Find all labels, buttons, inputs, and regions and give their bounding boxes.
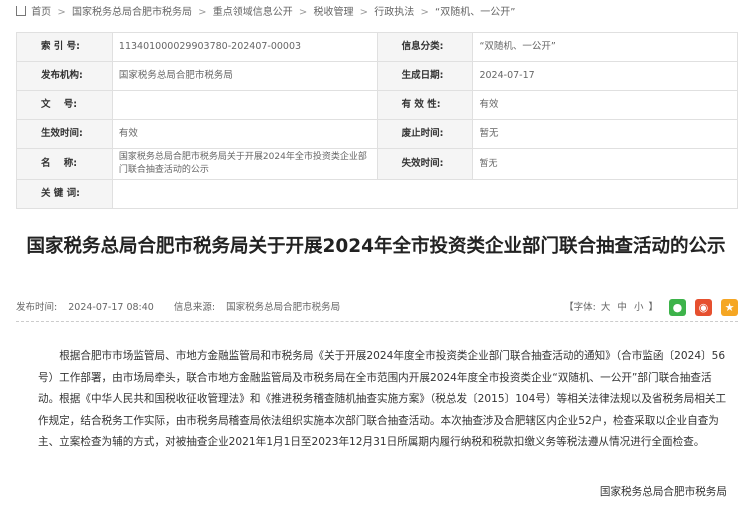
star-icon[interactable]: ★ (721, 299, 738, 316)
validity-value: 有效 (472, 90, 738, 120)
category-label: 信息分类: (376, 32, 474, 62)
font-size-large[interactable]: 大 (601, 302, 611, 313)
publisher-value: 国家税务总局合肥市税务局 (111, 61, 378, 91)
meta-row: 发布机构: 国家税务总局合肥市税务局 生成日期: 2024-07-17 (16, 61, 738, 91)
breadcrumb-tax-admin[interactable]: 税收管理 (313, 7, 353, 18)
breadcrumb-separator: > (420, 7, 429, 18)
metadata-table: 索 引 号: 113401000029903780-202407-00003 信… (16, 32, 739, 209)
meta-row: 生效时间: 有效 废止时间: 暂无 (16, 119, 738, 149)
article-body: 根据合肥市市场监管局、市地方金融监管局和市税务局《关于开展2024年度全市投资类… (38, 346, 728, 454)
breadcrumb-key-areas[interactable]: 重点领域信息公开 (213, 7, 293, 18)
keywords-label: 关 键 词: (16, 179, 113, 209)
expiry-time-value: 暂无 (472, 148, 738, 180)
keywords-value (111, 179, 739, 209)
font-size-control: 【字体: 大 中 小 】 (564, 297, 658, 319)
divider (16, 321, 738, 322)
article-paragraph: 根据合肥市市场监管局、市地方金融监管局和市税务局《关于开展2024年度全市投资类… (38, 350, 727, 449)
doc-number-label: 文 号: (16, 90, 113, 120)
publish-time-label: 发布时间: (16, 302, 58, 313)
index-number-label: 索 引 号: (16, 32, 113, 62)
repeal-time-value: 暂无 (472, 119, 738, 149)
breadcrumb-separator: > (198, 7, 207, 18)
expiry-time-label: 失效时间: (376, 148, 474, 180)
effective-time-label: 生效时间: (16, 119, 113, 149)
name-value: 国家税务总局合肥市税务局关于开展2024年全市投资类企业部门联合抽查活动的公示 (111, 148, 378, 180)
meta-row: 关 键 词: (16, 179, 739, 209)
breadcrumb-separator: > (298, 7, 308, 18)
meta-row: 名 称: 国家税务总局合肥市税务局关于开展2024年全市投资类企业部门联合抽查活… (16, 148, 738, 180)
share-buttons: ● ◉ ★ (663, 297, 738, 319)
font-size-label: 【字体: (564, 302, 596, 313)
meta-row: 索 引 号: 113401000029903780-202407-00003 信… (16, 32, 738, 62)
breadcrumb-current[interactable]: “双随机、一公开” (435, 7, 515, 18)
publish-time-value: 2024-07-17 08:40 (68, 302, 154, 313)
breadcrumb: 首页 > 国家税务总局合肥市税务局 > 重点领域信息公开 > 税收管理 > 行政… (16, 4, 736, 22)
name-label: 名 称: (16, 148, 113, 180)
repeal-time-label: 废止时间: (376, 119, 474, 149)
meta-row: 文 号: 有 效 性: 有效 (16, 90, 738, 120)
breadcrumb-separator: > (359, 7, 369, 18)
index-number-value: 113401000029903780-202407-00003 (111, 32, 378, 62)
font-size-close: 】 (648, 302, 658, 313)
breadcrumb-home[interactable]: 首页 (31, 7, 51, 18)
breadcrumb-bureau[interactable]: 国家税务总局合肥市税务局 (72, 7, 192, 18)
font-size-small[interactable]: 小 (634, 302, 644, 313)
validity-label: 有 效 性: (376, 90, 474, 120)
font-size-medium[interactable]: 中 (617, 302, 627, 313)
source-label: 信息来源: (173, 302, 216, 313)
breadcrumb-separator: > (57, 7, 66, 18)
category-value: “双随机、一公开” (472, 32, 738, 62)
effective-time-value: 有效 (111, 119, 378, 149)
home-icon (16, 6, 26, 16)
weibo-icon[interactable]: ◉ (694, 299, 712, 316)
article-title: 国家税务总局合肥市税务局关于开展2024年全市投资类企业部门联合抽查活动的公示 (26, 236, 726, 257)
source-value: 国家税务总局合肥市税务局 (226, 302, 341, 313)
breadcrumb-enforcement[interactable]: 行政执法 (374, 7, 414, 18)
wechat-icon[interactable]: ● (668, 299, 686, 316)
article-signature: 国家税务总局合肥市税务局 (599, 486, 727, 498)
created-date-label: 生成日期: (376, 61, 474, 91)
created-date-value: 2024-07-17 (472, 61, 738, 91)
doc-number-value (111, 90, 378, 120)
publisher-label: 发布机构: (16, 61, 113, 91)
article-info-bar: 发布时间: 2024-07-17 08:40 信息来源: 国家税务总局合肥市税务… (16, 297, 738, 319)
